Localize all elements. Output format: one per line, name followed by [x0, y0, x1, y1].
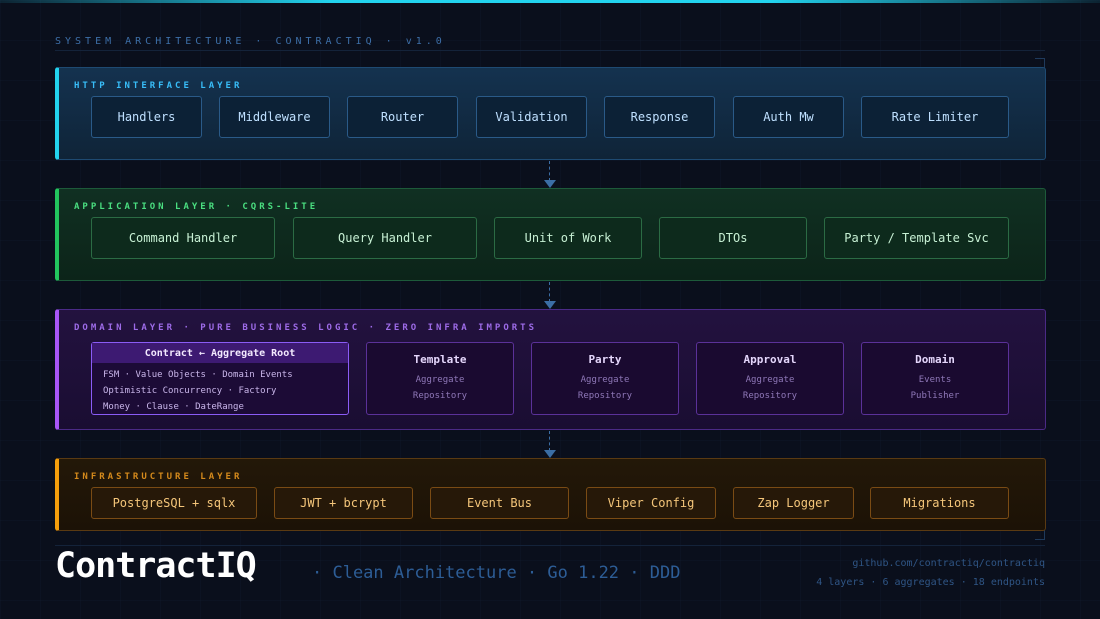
component-router: Router	[347, 96, 458, 138]
component-postgresql: PostgreSQL + sqlx	[91, 487, 257, 519]
module-title: Approval	[743, 353, 797, 366]
aggregate-root-detail: FSM · Value Objects · Domain Events	[103, 370, 293, 380]
infrastructure-layer: INFRASTRUCTURE LAYER PostgreSQL + sqlx J…	[55, 458, 1046, 531]
application-layer: APPLICATION LAYER · CQRS-LITE Command Ha…	[55, 188, 1046, 281]
diagram-title: SYSTEM ARCHITECTURE · CONTRACTIQ · v1.0	[55, 36, 446, 47]
component-command-handler: Command Handler	[91, 217, 275, 259]
aggregate-root-detail: Optimistic Concurrency · Factory	[103, 386, 277, 396]
component-auth-mw: Auth Mw	[733, 96, 844, 138]
arrow-down-icon	[544, 301, 556, 309]
module-title: Party	[588, 353, 622, 366]
module-title: Template	[413, 353, 467, 366]
layer-label-infrastructure: INFRASTRUCTURE LAYER	[74, 472, 243, 482]
component-viper-config: Viper Config	[586, 487, 716, 519]
module-detail: Publisher	[910, 391, 960, 401]
connector-domain-infra	[549, 431, 550, 451]
module-detail: Aggregate	[415, 375, 465, 385]
component-party-template-svc: Party / Template Svc	[824, 217, 1009, 259]
tagline: · Clean Architecture · Go 1.22 · DDD	[312, 563, 681, 583]
aggregate-root-title: Contract ← Aggregate Root	[92, 343, 348, 363]
component-unit-of-work: Unit of Work	[494, 217, 642, 259]
layer-label-application: APPLICATION LAYER · CQRS-LITE	[74, 202, 319, 212]
frame-corner-bottom-right	[1035, 530, 1045, 540]
module-detail: Aggregate	[745, 375, 795, 385]
arrow-down-icon	[544, 450, 556, 458]
layer-label-http: HTTP INTERFACE LAYER	[74, 81, 243, 91]
module-template: Template Aggregate Repository	[366, 342, 514, 415]
title-divider	[55, 50, 1045, 51]
module-approval: Approval Aggregate Repository	[696, 342, 844, 415]
connector-app-domain	[549, 282, 550, 302]
component-handlers: Handlers	[91, 96, 202, 138]
layer-label-domain: DOMAIN LAYER · PURE BUSINESS LOGIC · ZER…	[74, 323, 538, 333]
connector-http-app	[549, 161, 550, 181]
brand-logo: ContractIQ	[55, 546, 257, 586]
component-dtos: DTOs	[659, 217, 807, 259]
aggregate-root-detail: Money · Clause · DateRange	[103, 402, 244, 412]
module-domain-events: Domain Events Publisher	[861, 342, 1009, 415]
module-title: Domain	[915, 353, 955, 366]
component-validation: Validation	[476, 96, 587, 138]
top-accent-line	[0, 0, 1100, 3]
arrow-down-icon	[544, 180, 556, 188]
module-detail: Repository	[577, 391, 633, 401]
component-zap-logger: Zap Logger	[733, 487, 854, 519]
module-detail: Aggregate	[580, 375, 630, 385]
repo-url: github.com/contractiq/contractiq	[852, 558, 1045, 569]
component-jwt-bcrypt: JWT + bcrypt	[274, 487, 413, 519]
domain-layer: DOMAIN LAYER · PURE BUSINESS LOGIC · ZER…	[55, 309, 1046, 430]
component-rate-limiter: Rate Limiter	[861, 96, 1009, 138]
component-query-handler: Query Handler	[293, 217, 477, 259]
component-event-bus: Event Bus	[430, 487, 569, 519]
module-detail: Repository	[412, 391, 468, 401]
module-party: Party Aggregate Repository	[531, 342, 679, 415]
component-middleware: Middleware	[219, 96, 330, 138]
module-detail: Repository	[742, 391, 798, 401]
component-response: Response	[604, 96, 715, 138]
component-migrations: Migrations	[870, 487, 1009, 519]
project-stats: 4 layers · 6 aggregates · 18 endpoints	[816, 577, 1045, 588]
module-detail: Events	[918, 375, 952, 385]
aggregate-root-contract: Contract ← Aggregate Root FSM · Value Ob…	[91, 342, 349, 415]
http-interface-layer: HTTP INTERFACE LAYER Handlers Middleware…	[55, 67, 1046, 160]
